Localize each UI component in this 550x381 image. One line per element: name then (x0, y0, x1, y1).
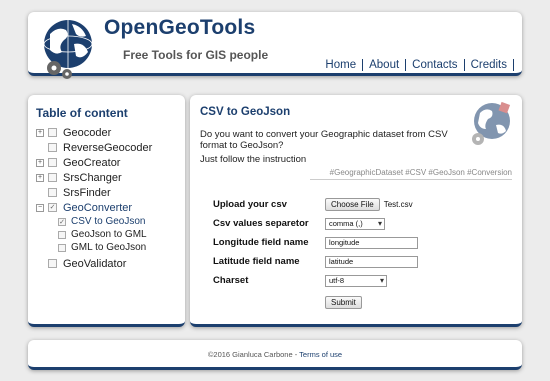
toc-subitem-geojson-to-gml[interactable]: GeoJson to GML (36, 228, 177, 241)
upload-label: Upload your csv (213, 199, 287, 210)
site-tagline: Free Tools for GIS people (123, 48, 269, 62)
checkbox[interactable] (48, 158, 57, 167)
separator-select[interactable]: comma (,) (325, 217, 385, 230)
submit-button[interactable]: Submit (325, 296, 362, 309)
toc-item-label[interactable]: GML to GeoJson (71, 242, 146, 253)
csv-convert-form: Upload your csv Choose File Test.csv Csv… (213, 195, 512, 310)
main-nav: Home About Contacts Credits (319, 59, 514, 71)
toc-item-geoconverter[interactable]: − ✓ GeoConverter (36, 200, 177, 215)
charset-row: Charset utf-8 (213, 271, 512, 290)
upload-row: Upload your csv Choose File Test.csv (213, 195, 512, 214)
intro-instruction: Just follow the instruction (200, 154, 307, 165)
toc-item-srsfinder[interactable]: SrsFinder (36, 185, 177, 200)
checkbox-checked[interactable]: ✓ (48, 203, 57, 212)
toc-item-label[interactable]: SrsFinder (63, 187, 111, 199)
site-footer: ©2016 Gianluca Carbone - Terms of use (28, 340, 522, 370)
checkbox[interactable] (48, 173, 57, 182)
site-title[interactable]: OpenGeoTools (104, 16, 255, 40)
charset-label: Charset (213, 275, 249, 286)
globe-gear-logo-icon[interactable] (36, 16, 100, 80)
submit-row: Submit (325, 292, 512, 310)
intro-question: Do you want to convert your Geographic d… (200, 129, 448, 151)
terms-of-use-link[interactable]: Terms of use (299, 350, 342, 359)
nav-home-link[interactable]: Home (319, 59, 364, 71)
toc-list: + Geocoder ReverseGeocoder + GeoCreator … (36, 125, 177, 271)
toc-item-label[interactable]: GeoValidator (63, 258, 126, 270)
tags-line: #GeographicDataset #CSV #GeoJson #Conver… (310, 168, 512, 180)
choose-file-button[interactable]: Choose File (325, 198, 380, 211)
checkbox[interactable] (48, 259, 57, 268)
toc-item-srschanger[interactable]: + SrsChanger (36, 170, 177, 185)
toc-item-label[interactable]: SrsChanger (63, 172, 122, 184)
longitude-input[interactable]: longitude (325, 236, 418, 249)
expand-icon[interactable]: + (36, 158, 44, 167)
toc-item-geovalidator[interactable]: GeoValidator (36, 256, 177, 271)
toc-item-label[interactable]: GeoCreator (63, 157, 120, 169)
toc-item-reversegeocoder[interactable]: ReverseGeocoder (36, 140, 177, 155)
nav-credits-link[interactable]: Credits (465, 59, 514, 71)
separator-row: Csv values separetor comma (,) (213, 214, 512, 233)
latitude-input[interactable]: latitude (325, 255, 418, 268)
globe-gear-icon (472, 101, 511, 145)
longitude-label: Longitude field name (213, 237, 309, 248)
toc-subitem-gml-to-geojson[interactable]: GML to GeoJson (36, 241, 177, 254)
checkbox[interactable] (58, 243, 66, 252)
sidebar: Table of content + Geocoder ReverseGeoco… (28, 95, 185, 327)
nav-contacts-link[interactable]: Contacts (406, 59, 465, 71)
latitude-row: Latitude field name latitude (213, 252, 512, 271)
toc-subitem-csv-to-geojson[interactable]: ✓ CSV to GeoJson (36, 215, 177, 228)
toc-item-label[interactable]: GeoJson to GML (71, 229, 147, 240)
expand-icon[interactable]: + (36, 173, 44, 182)
expand-icon[interactable]: + (36, 128, 44, 137)
collapse-icon[interactable]: − (36, 203, 44, 212)
footer-text: ©2016 Gianluca Carbone - Terms of use (28, 350, 522, 359)
main-content: CSV to GeoJson Do you want to convert yo… (190, 95, 522, 327)
checkbox[interactable] (48, 128, 57, 137)
separator-value: comma (,) (329, 218, 363, 228)
charset-value: utf-8 (329, 275, 345, 285)
copyright-text: ©2016 Gianluca Carbone - (207, 350, 300, 359)
toc-item-geocreator[interactable]: + GeoCreator (36, 155, 177, 170)
nav-about-link[interactable]: About (363, 59, 407, 71)
checkbox-checked[interactable]: ✓ (58, 217, 66, 226)
toc-item-label[interactable]: CSV to GeoJson (71, 216, 145, 227)
toc-item-geocoder[interactable]: + Geocoder (36, 125, 177, 140)
toc-item-label[interactable]: ReverseGeocoder (63, 142, 152, 154)
toc-title: Table of content (36, 106, 128, 120)
selected-file-name: Test.csv (383, 200, 413, 209)
separator-label: Csv values separetor (213, 218, 309, 229)
charset-select[interactable]: utf-8 (325, 274, 387, 287)
toc-item-label[interactable]: GeoConverter (63, 202, 132, 214)
latitude-label: Latitude field name (213, 256, 300, 267)
checkbox[interactable] (58, 230, 66, 239)
site-header: OpenGeoTools Free Tools for GIS people H… (28, 12, 522, 79)
checkbox[interactable] (48, 143, 57, 152)
checkbox[interactable] (48, 188, 57, 197)
toc-item-label[interactable]: Geocoder (63, 127, 111, 139)
longitude-row: Longitude field name longitude (213, 233, 512, 252)
